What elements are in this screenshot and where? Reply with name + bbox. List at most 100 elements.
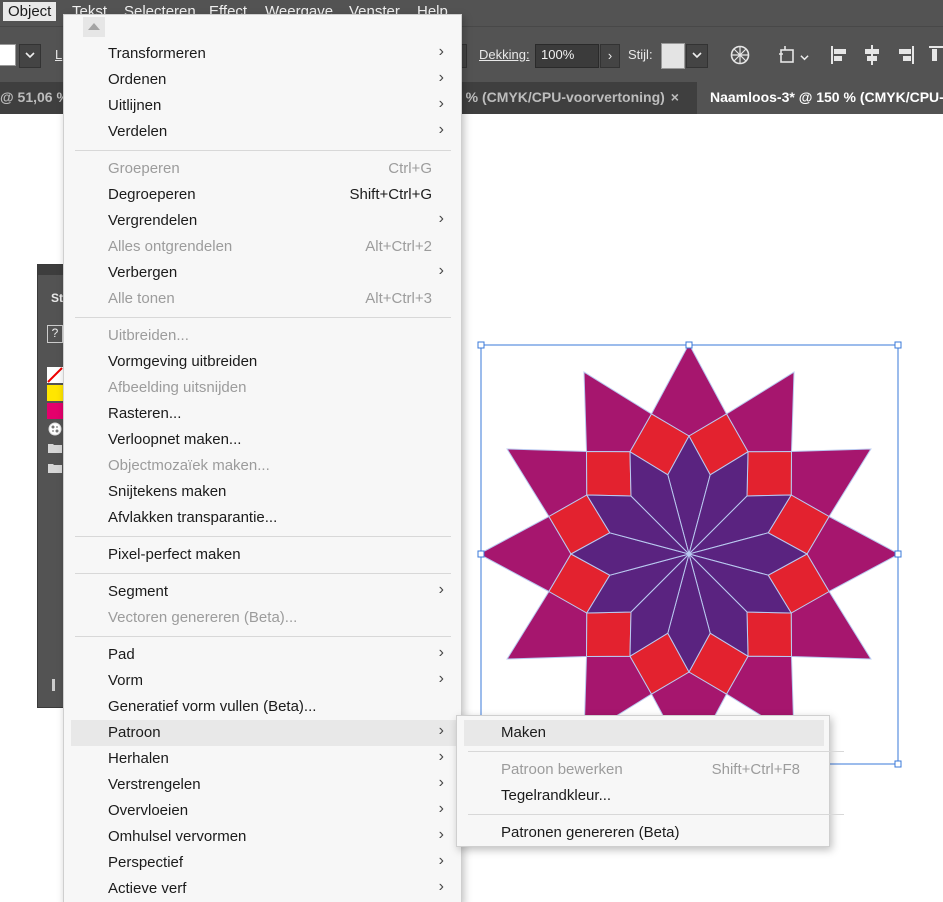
- menu-item-label: Segment: [108, 583, 169, 600]
- menu-item-verbergen[interactable]: Verbergen ›: [71, 260, 456, 286]
- menu-item-herhalen[interactable]: Herhalen ›: [71, 746, 456, 772]
- menu-item-snijtekens-maken[interactable]: Snijtekens maken: [71, 479, 456, 505]
- chevron-right-icon: ›: [438, 644, 444, 661]
- stroke-label[interactable]: L: [55, 47, 62, 62]
- menu-item-afbeelding-uitsnijden: Afbeelding uitsnijden: [71, 375, 456, 401]
- chevron-down-icon: [692, 52, 702, 59]
- menu-item-label: Overvloeien: [108, 802, 189, 819]
- align-left-icon[interactable]: [830, 45, 850, 65]
- menu-item-perspectief[interactable]: Perspectief ›: [71, 850, 456, 876]
- menu-item-patronen-genereren-beta[interactable]: Patronen genereren (Beta): [464, 820, 824, 846]
- menu-item-degroeperen[interactable]: Degroeperen Shift+Ctrl+G: [71, 182, 456, 208]
- opacity-label[interactable]: Dekking:: [479, 47, 530, 62]
- tab-document-1[interactable]: @ 51,06 %: [0, 82, 70, 114]
- menu-item-vormgeving-uitbreiden[interactable]: Vormgeving uitbreiden: [71, 349, 456, 375]
- help-icon[interactable]: ?: [47, 325, 63, 343]
- stroke-swatch[interactable]: [0, 44, 16, 66]
- opacity-field[interactable]: 100%: [535, 44, 599, 68]
- menu-item-transformeren[interactable]: Transformeren ›: [71, 41, 456, 67]
- chevron-down-icon: [800, 55, 809, 61]
- menu-item-shortcut: Shift+Ctrl+G: [349, 186, 432, 203]
- pattern-swatch[interactable]: [47, 421, 63, 437]
- menu-item-label: Patroon bewerken: [501, 761, 623, 778]
- menu-item-overvloeien[interactable]: Overvloeien ›: [71, 798, 456, 824]
- chevron-right-icon: ›: [438, 878, 444, 895]
- menu-item-rasteren[interactable]: Rasteren...: [71, 401, 456, 427]
- menu-item-patroon-bewerken: Patroon bewerken Shift+Ctrl+F8: [464, 757, 824, 783]
- menu-item-uitlijnen[interactable]: Uitlijnen ›: [71, 93, 456, 119]
- tab-document-current[interactable]: Naamloos-3* @ 150 % (CMYK/CPU-: [697, 82, 943, 114]
- menu-item-actieve-verf[interactable]: Actieve verf ›: [71, 876, 456, 902]
- menu-item-label: Degroeperen: [108, 186, 196, 203]
- menu-item-verdelen[interactable]: Verdelen ›: [71, 119, 456, 145]
- menu-item-label: Afvlakken transparantie...: [108, 509, 278, 526]
- magenta-swatch[interactable]: [47, 403, 63, 419]
- align-center-icon[interactable]: [862, 45, 882, 65]
- selection-handle: [477, 550, 485, 558]
- menu-item-segment[interactable]: Segment ›: [71, 579, 456, 605]
- menu-item-verstrengelen[interactable]: Verstrengelen ›: [71, 772, 456, 798]
- menu-item-verloopnet-maken[interactable]: Verloopnet maken...: [71, 427, 456, 453]
- yellow-swatch[interactable]: [47, 385, 63, 401]
- menu-item-label: Alles ontgrendelen: [108, 238, 233, 255]
- menu-item-label: Vorm: [108, 672, 144, 689]
- folder-icon[interactable]: [47, 441, 63, 453]
- menu-item-generatief-vorm-vullen-beta[interactable]: Generatief vorm vullen (Beta)...: [71, 694, 456, 720]
- menu-item-maken[interactable]: Maken: [464, 720, 824, 746]
- tab-document-2[interactable]: 3 % (CMYK/CPU-voorvertoning) ×: [440, 82, 692, 114]
- menu-item-patroon[interactable]: Patroon ›: [71, 720, 456, 746]
- chevron-right-icon: ›: [438, 722, 444, 739]
- library-icon[interactable]: [52, 679, 55, 691]
- menu-object[interactable]: Object: [3, 2, 57, 21]
- stroke-dropdown[interactable]: [19, 44, 41, 68]
- shape-mode-icon[interactable]: [778, 45, 798, 65]
- menu-item-label: Groeperen: [108, 160, 180, 177]
- menu-item-ordenen[interactable]: Ordenen ›: [71, 67, 456, 93]
- menu-item-label: Tegelrandkleur...: [501, 787, 612, 804]
- star-red-tile: [585, 450, 632, 497]
- menu-item-uitbreiden: Uitbreiden...: [71, 323, 456, 349]
- menu-item-label: Patronen genereren (Beta): [501, 824, 680, 841]
- menu-separator: [75, 536, 451, 537]
- menu-item-label: Uitlijnen: [108, 97, 162, 114]
- align-top-icon[interactable]: [928, 45, 943, 65]
- close-tab-icon[interactable]: ×: [671, 89, 679, 105]
- style-swatch[interactable]: [661, 43, 685, 69]
- selection-handle: [685, 341, 693, 349]
- menu-item-label: Snijtekens maken: [108, 483, 227, 500]
- menu-item-label: Afbeelding uitsnijden: [108, 379, 247, 396]
- menu-item-label: Objectmozaïek maken...: [108, 457, 270, 474]
- menu-item-pixel-perfect-maken[interactable]: Pixel-perfect maken: [71, 542, 456, 568]
- opacity-arrow[interactable]: ›: [600, 44, 620, 68]
- object-menu: Transformeren › Ordenen › Uitlijnen › Verdelen…: [63, 14, 462, 902]
- style-dropdown[interactable]: [686, 44, 708, 68]
- menu-item-label: Verstrengelen: [108, 776, 201, 793]
- menu-item-label: Maken: [501, 724, 547, 741]
- panel-header[interactable]: [38, 265, 66, 275]
- chevron-right-icon: ›: [438, 670, 444, 687]
- menu-item-afvlakken-transparantie[interactable]: Afvlakken transparantie...: [71, 505, 456, 531]
- menu-item-label: Rasteren...: [108, 405, 182, 422]
- none-swatch[interactable]: [47, 367, 63, 383]
- menu-item-omhulsel-vervormen[interactable]: Omhulsel vervormen ›: [71, 824, 456, 850]
- chevron-right-icon: ›: [438, 210, 444, 227]
- menu-separator: [75, 573, 451, 574]
- menu-item-vorm[interactable]: Vorm ›: [71, 668, 456, 694]
- recolor-artwork-icon[interactable]: [730, 45, 750, 65]
- chevron-right-icon: ›: [438, 852, 444, 869]
- align-right-icon[interactable]: [895, 45, 915, 65]
- menu-separator: [468, 814, 844, 815]
- menu-item-groeperen: Groeperen Ctrl+G: [71, 156, 456, 182]
- chevron-right-icon: ›: [438, 121, 444, 138]
- chevron-right-icon: ›: [438, 748, 444, 765]
- menu-item-label: Vergrendelen: [108, 212, 198, 229]
- menu-item-vergrendelen[interactable]: Vergrendelen ›: [71, 208, 456, 234]
- star-red-tile: [585, 611, 632, 658]
- menu-separator: [75, 636, 451, 637]
- menu-item-pad[interactable]: Pad ›: [71, 642, 456, 668]
- chevron-down-icon: [25, 52, 35, 59]
- star-artwork[interactable]: [470, 335, 910, 775]
- folder-icon[interactable]: [47, 461, 63, 473]
- chevron-right-icon: ›: [438, 95, 444, 112]
- menu-item-tegelrandkleur[interactable]: Tegelrandkleur...: [464, 783, 824, 809]
